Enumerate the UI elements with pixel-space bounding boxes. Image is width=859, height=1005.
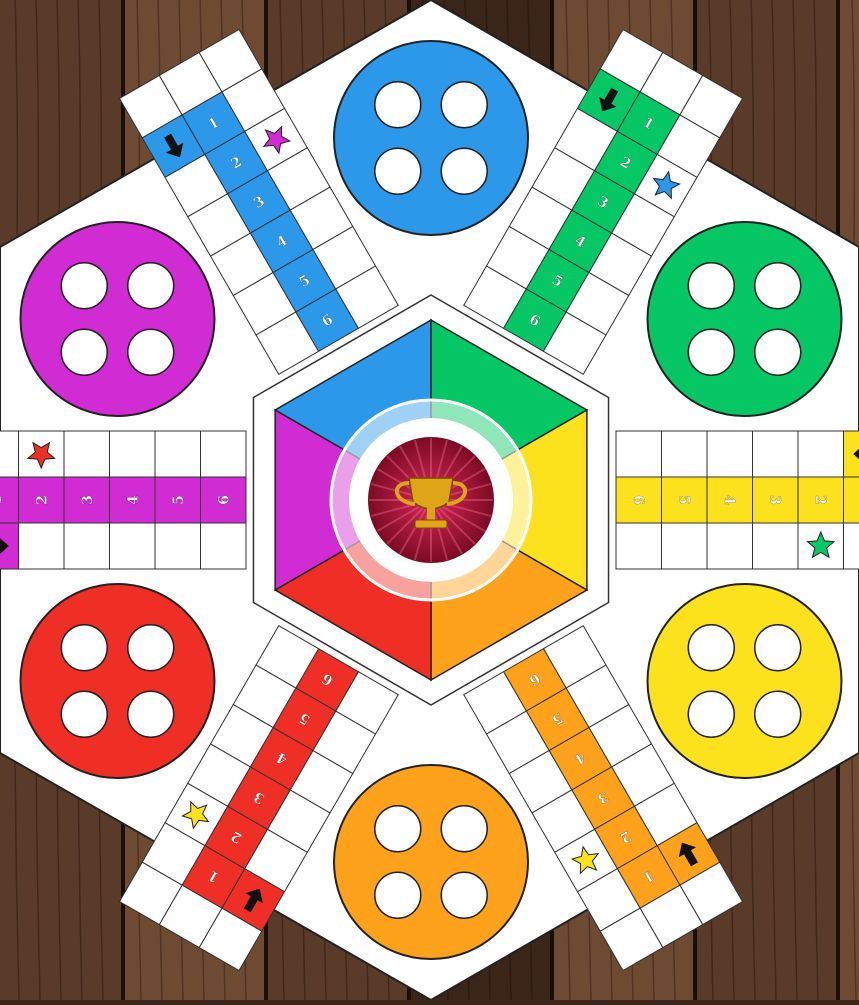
home-slot-purple[interactable] xyxy=(61,263,107,309)
lane-number: 3 xyxy=(766,495,782,505)
home-slot-red[interactable] xyxy=(61,691,107,737)
home-slot-red[interactable] xyxy=(61,625,107,671)
home-slot-blue[interactable] xyxy=(441,148,487,194)
home-slot-orange[interactable] xyxy=(375,872,421,918)
home-slot-yellow[interactable] xyxy=(755,691,801,737)
ludo-board: 123456123456123456123456123456123456 xyxy=(0,0,859,1000)
home-slot-green[interactable] xyxy=(688,263,734,309)
home-slot-orange[interactable] xyxy=(441,806,487,852)
track-cell[interactable] xyxy=(707,523,753,569)
lane-number: 6 xyxy=(630,495,646,505)
home-slot-purple[interactable] xyxy=(128,263,174,309)
track-cell[interactable] xyxy=(155,523,201,569)
track-cell[interactable] xyxy=(155,431,201,477)
lane-number: 4 xyxy=(125,495,141,505)
home-slot-red[interactable] xyxy=(128,625,174,671)
home-slot-yellow[interactable] xyxy=(688,691,734,737)
track-cell[interactable] xyxy=(798,431,844,477)
track-cell[interactable] xyxy=(110,523,156,569)
track-cell[interactable] xyxy=(616,523,662,569)
home-slot-green[interactable] xyxy=(755,329,801,375)
track-cell[interactable] xyxy=(64,431,110,477)
lane-number: 4 xyxy=(721,495,737,505)
home-slot-orange[interactable] xyxy=(441,872,487,918)
game-stage: 123456123456123456123456123456123456 xyxy=(0,0,859,1000)
trophy-cup xyxy=(409,478,453,509)
arm-purple: 1 2 3 4 5 6 xyxy=(0,431,246,569)
track-cell[interactable] xyxy=(0,431,19,477)
lane-number: 5 xyxy=(171,495,187,505)
trophy-stem xyxy=(427,508,435,520)
track-cell[interactable] xyxy=(19,523,65,569)
home-base-orange xyxy=(334,765,528,959)
track-cell[interactable] xyxy=(662,431,708,477)
home-slot-yellow[interactable] xyxy=(755,625,801,671)
lane-number: 1 xyxy=(0,495,5,505)
home-slot-green[interactable] xyxy=(755,263,801,309)
track-cell[interactable] xyxy=(662,523,708,569)
track-cell[interactable] xyxy=(616,431,662,477)
track-cell[interactable] xyxy=(201,431,247,477)
home-slot-orange[interactable] xyxy=(375,806,421,852)
track-cell[interactable] xyxy=(110,431,156,477)
lane-number: 2 xyxy=(812,495,828,505)
home-slot-blue[interactable] xyxy=(375,82,421,128)
lane-cell-yellow[interactable] xyxy=(844,477,859,523)
lane-number: 6 xyxy=(216,495,232,505)
home-slot-red[interactable] xyxy=(128,691,174,737)
home-base-green xyxy=(648,222,842,416)
track-cell[interactable] xyxy=(753,431,799,477)
track-cell[interactable] xyxy=(753,523,799,569)
track-cell[interactable] xyxy=(707,431,753,477)
home-base-red xyxy=(20,584,214,778)
home-disc-orange xyxy=(334,765,528,959)
lane-number: 5 xyxy=(675,495,691,505)
track-cell[interactable] xyxy=(201,523,247,569)
home-slot-blue[interactable] xyxy=(441,82,487,128)
home-disc-blue xyxy=(334,41,528,235)
lane-number: 3 xyxy=(80,495,96,505)
home-base-blue xyxy=(334,41,528,235)
home-slot-blue[interactable] xyxy=(375,148,421,194)
home-disc-red xyxy=(20,584,214,778)
home-base-yellow xyxy=(648,584,842,778)
track-cell[interactable] xyxy=(844,523,859,569)
lane-number: 2 xyxy=(34,495,50,505)
home-disc-purple xyxy=(20,222,214,416)
arm-yellow: 123456 xyxy=(616,431,859,569)
home-slot-purple[interactable] xyxy=(61,329,107,375)
home-slot-purple[interactable] xyxy=(128,329,174,375)
home-disc-yellow xyxy=(648,584,842,778)
home-slot-green[interactable] xyxy=(688,329,734,375)
home-slot-yellow[interactable] xyxy=(688,625,734,671)
home-disc-green xyxy=(648,222,842,416)
trophy-base xyxy=(415,520,447,528)
home-base-purple xyxy=(20,222,214,416)
track-cell[interactable] xyxy=(64,523,110,569)
